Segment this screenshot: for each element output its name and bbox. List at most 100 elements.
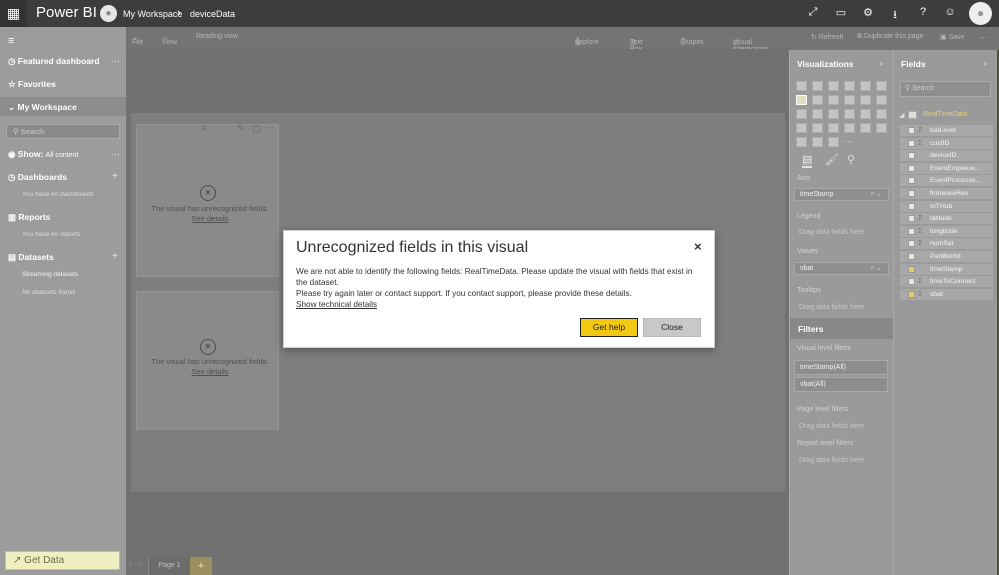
brand-logo[interactable]: Power BI: [36, 4, 97, 21]
next-page-icon[interactable]: ‹: [138, 560, 141, 569]
viz-scatter-icon[interactable]: [796, 109, 807, 119]
viz-globe-icon[interactable]: [828, 137, 839, 147]
field-checkbox[interactable]: [908, 253, 915, 260]
field-item[interactable]: Σlatitude: [900, 213, 993, 225]
field-item[interactable]: deviceID: [900, 150, 993, 162]
field-checkbox[interactable]: [908, 278, 915, 286]
field-checkbox[interactable]: [908, 127, 915, 134]
viz-multirow-card-icon[interactable]: [860, 123, 871, 133]
field-item[interactable]: EventProcesse...: [900, 175, 993, 187]
add-dashboard-icon[interactable]: +: [112, 171, 118, 182]
chevron-down-icon[interactable]: ◢: [899, 111, 904, 119]
viz-line-column-icon[interactable]: [844, 95, 855, 105]
refresh-button[interactable]: ↻ Refresh: [811, 33, 843, 41]
save-button[interactable]: ▣ Save: [940, 33, 965, 41]
legend-drop-zone[interactable]: Drag data fields here: [799, 229, 864, 236]
nav-streaming[interactable]: Streaming datasets: [22, 271, 78, 278]
remove-field-icon[interactable]: × ⌄: [870, 189, 882, 200]
field-checkbox[interactable]: [908, 190, 915, 197]
fields-tab-icon[interactable]: ▤: [802, 153, 813, 168]
field-item[interactable]: Σvbat: [900, 288, 993, 300]
shapes-menu[interactable]: ◇ Shapes ⌄: [680, 33, 704, 47]
field-item[interactable]: timeStamp: [900, 263, 993, 275]
show-technical-details-link[interactable]: Show technical details: [296, 300, 377, 309]
field-item[interactable]: PartitionId: [900, 251, 993, 262]
field-checkbox[interactable]: [908, 177, 915, 185]
field-checkbox[interactable]: [908, 290, 915, 298]
nav-search-input[interactable]: ⚲ Search: [6, 124, 120, 139]
pin-icon[interactable]: ✎: [237, 123, 245, 134]
field-checkbox[interactable]: [908, 265, 915, 273]
table-name[interactable]: RealTimeData: [923, 111, 967, 118]
collapse-icon[interactable]: ›: [984, 58, 987, 68]
nav-workspace[interactable]: ⌄ My Workspace: [8, 102, 77, 113]
field-item[interactable]: Σlongitude: [900, 225, 993, 237]
nav-featured[interactable]: ◷ Featured dashboard: [8, 56, 100, 67]
breadcrumb-workspace[interactable]: My Workspace: [123, 9, 182, 19]
nav-datasets[interactable]: ▤ Datasets: [8, 252, 54, 263]
nav-show-value[interactable]: All content: [46, 152, 79, 159]
more-icon[interactable]: ···: [979, 32, 988, 42]
format-tab-icon[interactable]: 🖌: [825, 153, 839, 166]
more-icon[interactable]: ···: [111, 56, 120, 66]
duplicate-page-button[interactable]: ⧉ Duplicate this page: [857, 33, 924, 41]
viz-slicer-icon[interactable]: [796, 137, 807, 147]
field-item[interactable]: ΣtimeToConnect: [900, 276, 993, 288]
report-filters-drop-zone[interactable]: Drag data fields here: [799, 457, 864, 464]
viz-map-icon[interactable]: [844, 109, 855, 119]
page-tab[interactable]: Page 1: [148, 557, 190, 575]
viz-100-bar-icon[interactable]: [860, 81, 871, 91]
viz-stacked-column-icon[interactable]: [812, 81, 823, 91]
visual-2[interactable]: × The visual has unrecognized fields. Se…: [136, 291, 279, 430]
view-menu[interactable]: View ⌄: [162, 33, 177, 46]
field-item[interactable]: IoTHub: [900, 200, 993, 212]
more-icon[interactable]: ···: [265, 122, 274, 132]
get-help-button[interactable]: Get help: [580, 318, 638, 337]
visual-1[interactable]: ≡ ✎ ▢ ··· × The visual has unrecognized …: [136, 122, 279, 277]
add-page-button[interactable]: +: [190, 557, 212, 575]
viz-waterfall-icon[interactable]: [876, 95, 887, 105]
viz-gauge-icon[interactable]: [828, 123, 839, 133]
field-checkbox[interactable]: [908, 152, 915, 160]
add-dataset-icon[interactable]: +: [112, 251, 118, 262]
viz-stacked-area-icon[interactable]: [828, 95, 839, 105]
download-icon[interactable]: ⭳: [886, 6, 904, 25]
viz-pie-icon[interactable]: [812, 109, 823, 119]
remove-field-icon[interactable]: × ⌄: [870, 263, 882, 274]
prev-page-icon[interactable]: ‹: [129, 560, 132, 569]
viz-stacked-bar-icon[interactable]: [796, 81, 807, 91]
see-details-link[interactable]: See details: [191, 367, 228, 376]
field-item[interactable]: EventEnqueue...: [900, 162, 993, 174]
viz-funnel-icon[interactable]: [812, 123, 823, 133]
viz-area-icon[interactable]: [812, 95, 823, 105]
viz-card-icon[interactable]: [844, 123, 855, 133]
app-launcher-icon[interactable]: ▦: [0, 0, 27, 27]
get-data-button[interactable]: ↗ Get Data: [5, 551, 120, 570]
explore-menu[interactable]: ⊞ Explore ⌄: [575, 33, 599, 47]
viz-clustered-column-icon[interactable]: [844, 81, 855, 91]
feedback-icon[interactable]: ☺: [941, 6, 959, 18]
field-item[interactable]: ΣbatLevel: [900, 125, 993, 136]
viz-table-icon[interactable]: [876, 109, 887, 119]
field-checkbox[interactable]: [908, 215, 915, 223]
focus-mode-icon[interactable]: ▢: [252, 123, 261, 134]
comment-icon[interactable]: ▭: [832, 6, 850, 19]
more-icon[interactable]: ···: [111, 149, 120, 159]
values-well[interactable]: vbat × ⌄: [794, 262, 889, 275]
viz-donut-icon[interactable]: [812, 137, 823, 147]
nav-favorites[interactable]: ☆ Favorites: [8, 79, 56, 90]
nav-show[interactable]: ◉ Show: All content: [8, 149, 78, 160]
axis-well[interactable]: timeStamp × ⌄: [794, 188, 889, 201]
file-menu[interactable]: File ⌄: [132, 33, 143, 46]
field-checkbox[interactable]: [908, 164, 915, 172]
collapse-icon[interactable]: ›: [880, 58, 883, 68]
close-icon[interactable]: ×: [694, 239, 702, 254]
gear-icon[interactable]: ⚙: [859, 6, 877, 19]
viz-clustered-bar-icon[interactable]: [828, 81, 839, 91]
tooltips-drop-zone[interactable]: Drag data fields here: [799, 304, 864, 311]
field-checkbox[interactable]: [908, 240, 915, 248]
page-filters-drop-zone[interactable]: Drag data fields here: [799, 423, 864, 430]
viz-kpi-icon[interactable]: [876, 123, 887, 133]
fullscreen-icon[interactable]: ⤢: [804, 6, 822, 19]
fields-search-input[interactable]: ⚲ Search: [900, 81, 991, 97]
